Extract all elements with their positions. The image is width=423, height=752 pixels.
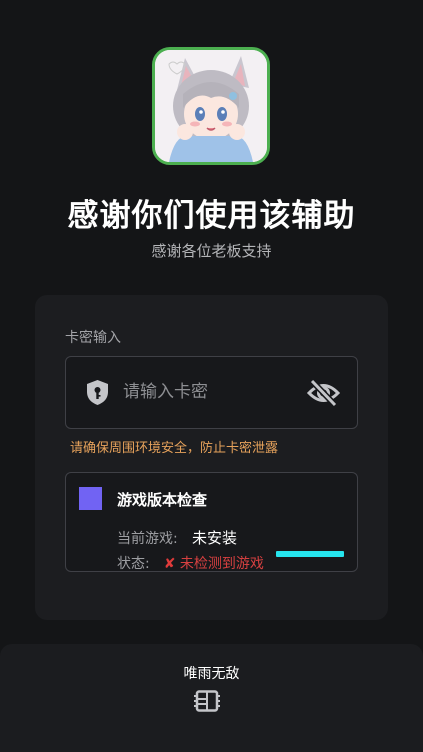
page-subtitle: 感谢各位老板支持 [151, 242, 272, 260]
status-label: 状态: [117, 556, 150, 572]
version-check-badge-icon [79, 487, 102, 510]
footer-title: 唯雨无敌 [183, 666, 240, 682]
version-check-title: 游戏版本检查 [117, 491, 208, 509]
current-game-label: 当前游戏: [117, 531, 178, 547]
shield-key-icon [87, 380, 108, 405]
eye-off-icon[interactable] [307, 379, 340, 407]
error-x-icon: ✘ [163, 556, 180, 572]
avatar [152, 47, 270, 165]
anime-avatar-image [155, 50, 267, 162]
status-row: 状态: ✘ 未检测到游戏 [117, 553, 264, 572]
security-warning: 请确保周围环境安全，防止卡密泄露 [70, 441, 279, 456]
progress-indicator [276, 551, 344, 557]
card-input-label: 卡密输入 [65, 330, 121, 346]
current-game-value: 未安装 [192, 529, 238, 547]
status-text: 未检测到游戏 [179, 556, 264, 572]
card-key-placeholder[interactable]: 请输入卡密 [123, 357, 208, 428]
card-key-input[interactable]: 请输入卡密 [65, 356, 358, 429]
page-title: 感谢你们使用该辅助 [67, 198, 356, 234]
version-check-panel: 游戏版本检查 当前游戏: 未安装 状态: ✘ 未检测到游戏 [65, 472, 358, 572]
chip-icon[interactable] [194, 690, 220, 712]
